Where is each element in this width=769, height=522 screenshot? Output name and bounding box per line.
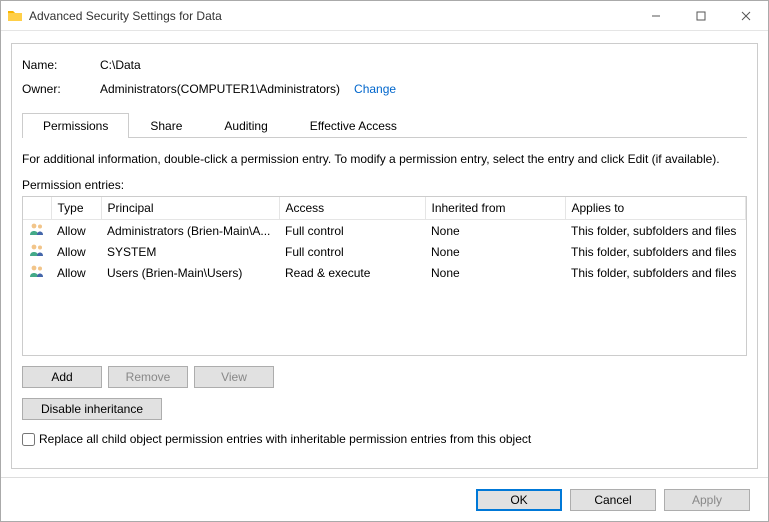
owner-row: Owner: Administrators(COMPUTER1\Administ…	[22, 82, 747, 96]
table-row[interactable]: AllowUsers (Brien-Main\Users)Read & exec…	[23, 262, 746, 283]
owner-label: Owner:	[22, 82, 100, 96]
col-access-header[interactable]: Access	[279, 197, 425, 220]
cell-type: Allow	[51, 241, 101, 262]
tab-effective-access[interactable]: Effective Access	[289, 113, 418, 138]
name-value: C:\Data	[100, 58, 141, 72]
cancel-button[interactable]: Cancel	[570, 489, 656, 511]
inner-panel: Name: C:\Data Owner: Administrators(COMP…	[11, 43, 758, 469]
window-controls	[633, 1, 768, 30]
apply-button: Apply	[664, 489, 750, 511]
ok-button[interactable]: OK	[476, 489, 562, 511]
window-title: Advanced Security Settings for Data	[29, 9, 633, 23]
table-row[interactable]: AllowSYSTEMFull controlNoneThis folder, …	[23, 241, 746, 262]
col-applies-header[interactable]: Applies to	[565, 197, 746, 220]
table-row[interactable]: AllowAdministrators (Brien-Main\A...Full…	[23, 220, 746, 242]
entry-buttons: Add Remove View	[22, 366, 747, 388]
replace-all-row: Replace all child object permission entr…	[22, 432, 747, 446]
cell-applies: This folder, subfolders and files	[565, 220, 746, 242]
cell-access: Full control	[279, 241, 425, 262]
remove-button: Remove	[108, 366, 188, 388]
replace-all-checkbox[interactable]	[22, 433, 35, 446]
people-icon	[29, 243, 45, 257]
footer: OK Cancel Apply	[1, 477, 768, 521]
view-button: View	[194, 366, 274, 388]
disable-inheritance-row: Disable inheritance	[22, 398, 747, 420]
cell-principal: Administrators (Brien-Main\A...	[101, 220, 279, 242]
col-principal-header[interactable]: Principal	[101, 197, 279, 220]
cell-principal: SYSTEM	[101, 241, 279, 262]
cell-access: Read & execute	[279, 262, 425, 283]
replace-all-label: Replace all child object permission entr…	[39, 432, 531, 446]
name-row: Name: C:\Data	[22, 58, 747, 72]
cell-applies: This folder, subfolders and files	[565, 241, 746, 262]
owner-value: Administrators(COMPUTER1\Administrators)	[100, 82, 340, 96]
titlebar: Advanced Security Settings for Data	[1, 1, 768, 31]
cell-principal: Users (Brien-Main\Users)	[101, 262, 279, 283]
tab-bar: Permissions Share Auditing Effective Acc…	[22, 112, 747, 138]
name-label: Name:	[22, 58, 100, 72]
disable-inheritance-button[interactable]: Disable inheritance	[22, 398, 162, 420]
content: Name: C:\Data Owner: Administrators(COMP…	[1, 31, 768, 477]
maximize-button[interactable]	[678, 1, 723, 30]
cell-applies: This folder, subfolders and files	[565, 262, 746, 283]
col-type-header[interactable]: Type	[51, 197, 101, 220]
table-header-row: Type Principal Access Inherited from App…	[23, 197, 746, 220]
tab-share[interactable]: Share	[129, 113, 203, 138]
people-icon	[29, 222, 45, 236]
cell-access: Full control	[279, 220, 425, 242]
window: Advanced Security Settings for Data Name…	[0, 0, 769, 522]
cell-inherited: None	[425, 220, 565, 242]
info-text: For additional information, double-click…	[22, 152, 747, 166]
tab-permissions[interactable]: Permissions	[22, 113, 129, 138]
cell-inherited: None	[425, 262, 565, 283]
cell-inherited: None	[425, 241, 565, 262]
change-owner-link[interactable]: Change	[354, 82, 396, 96]
close-button[interactable]	[723, 1, 768, 30]
col-icon-header[interactable]	[23, 197, 51, 220]
add-button[interactable]: Add	[22, 366, 102, 388]
cell-type: Allow	[51, 262, 101, 283]
minimize-button[interactable]	[633, 1, 678, 30]
people-icon	[29, 264, 45, 278]
folder-icon	[7, 8, 23, 24]
col-inherited-header[interactable]: Inherited from	[425, 197, 565, 220]
cell-type: Allow	[51, 220, 101, 242]
permission-entries-table[interactable]: Type Principal Access Inherited from App…	[22, 196, 747, 356]
entries-label: Permission entries:	[22, 178, 747, 192]
tab-auditing[interactable]: Auditing	[203, 113, 288, 138]
